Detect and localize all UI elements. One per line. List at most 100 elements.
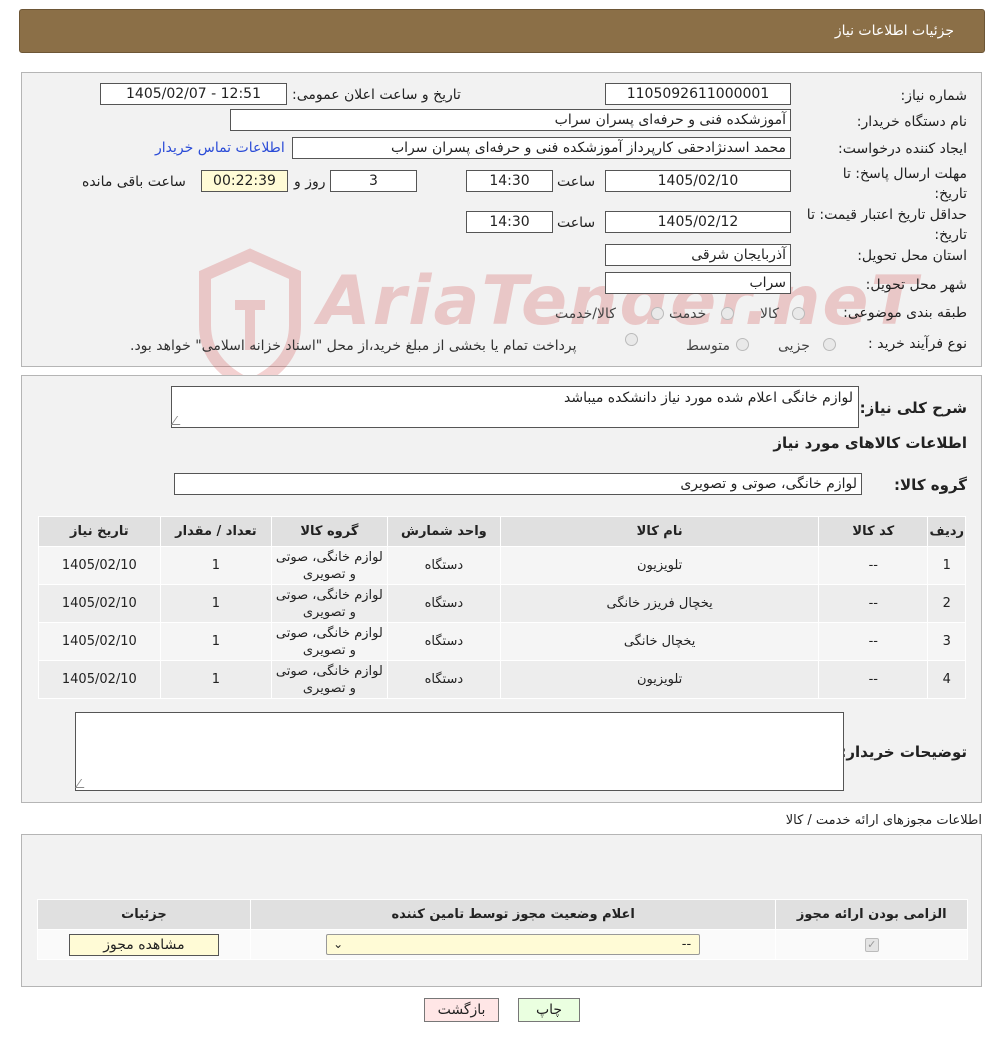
- cell-code: --: [818, 584, 929, 623]
- cell-permit-details: مشاهده مجوز: [37, 929, 251, 960]
- cell-date: 1405/02/10: [38, 622, 161, 661]
- permit-status-value: --: [681, 937, 692, 952]
- process-option-minor: جزیی: [778, 338, 810, 354]
- col-permit-status: اعلام وضعیت مجوز توسط تامین کننده: [249, 899, 777, 930]
- process-note: پرداخت تمام یا بخشی از مبلغ خرید،از محل …: [130, 338, 577, 354]
- cell-unit: دستگاه: [386, 584, 502, 623]
- deadline-date-field: 1405/02/10: [605, 170, 791, 192]
- page-title: جزئیات اطلاعات نیاز: [834, 23, 954, 39]
- cell-date: 1405/02/10: [38, 584, 161, 623]
- cell-date: 1405/02/10: [38, 660, 161, 699]
- permit-required-checkbox[interactable]: ✓: [864, 938, 879, 952]
- col-qty: تعداد / مقدار: [159, 516, 273, 547]
- need-description-field: لوازم خانگی اعلام شده مورد نیاز دانشکده …: [170, 386, 859, 428]
- page-header: جزئیات اطلاعات نیاز: [19, 9, 985, 53]
- col-unit: واحد شمارش: [386, 516, 502, 547]
- buyer-notes-label: توضیحات خریدار:: [840, 743, 967, 761]
- validity-label: حداقل تاریخ اعتبار قیمت: تا تاریخ:: [806, 207, 967, 243]
- cell-group: لوازم خانگی، صوتی و تصویری: [271, 622, 388, 661]
- validity-date-field: 1405/02/12: [605, 211, 791, 233]
- cell-date: 1405/02/10: [38, 546, 161, 585]
- col-permit-details: جزئیات: [37, 899, 251, 930]
- resize-grip-icon[interactable]: [170, 416, 187, 425]
- deadline-time-label: ساعت: [557, 174, 596, 190]
- need-number-field: 1105092611000001: [605, 83, 791, 105]
- remaining-time-field: 00:22:39: [201, 170, 288, 192]
- cell-row: 1: [927, 546, 966, 585]
- cell-group: لوازم خانگی، صوتی و تصویری: [271, 584, 388, 623]
- province-label: استان محل تحویل:: [857, 248, 967, 264]
- announce-date-label: تاریخ و ساعت اعلان عمومی:: [292, 87, 461, 103]
- buyer-org-label: نام دستگاه خریدار:: [856, 114, 967, 130]
- col-row: ردیف: [927, 516, 966, 547]
- cell-unit: دستگاه: [386, 660, 502, 699]
- need-description-text: لوازم خانگی اعلام شده مورد نیاز دانشکده …: [564, 390, 853, 406]
- permits-table: الزامی بودن ارائه مجوز اعلام وضعیت مجوز …: [37, 899, 968, 960]
- table-row: ✓ -- ⌄ مشاهده مجوز: [37, 929, 968, 960]
- back-button[interactable]: بازگشت: [424, 998, 499, 1022]
- col-date: تاریخ نیاز: [38, 516, 161, 547]
- goods-group-field: لوازم خانگی، صوتی و تصویری: [174, 473, 862, 495]
- goods-group-label: گروه کالا:: [894, 476, 967, 494]
- print-button[interactable]: چاپ: [518, 998, 580, 1022]
- process-label: نوع فرآیند خرید :: [868, 336, 967, 352]
- validity-time-label: ساعت: [557, 215, 596, 231]
- buyer-contact-link[interactable]: اطلاعات تماس خریدار: [155, 140, 285, 156]
- process-radio-minor[interactable]: [823, 338, 836, 351]
- days-field: 3: [330, 170, 417, 192]
- category-label: طبقه بندی موضوعی:: [843, 305, 967, 321]
- category-option-goods-service: کالا/خدمت: [555, 306, 616, 322]
- cell-row: 4: [927, 660, 966, 699]
- table-row: 1 -- تلویزیون دستگاه لوازم خانگی، صوتی و…: [38, 546, 966, 585]
- city-label: شهر محل تحویل:: [865, 277, 967, 293]
- cell-permit-required: ✓: [775, 929, 968, 960]
- remaining-time-label: ساعت باقی مانده: [82, 174, 186, 190]
- permit-status-select[interactable]: -- ⌄: [326, 934, 701, 955]
- cell-name: یخچال فریزر خانگی: [500, 584, 820, 623]
- items-table-header: ردیف کد کالا نام کالا واحد شمارش گروه کا…: [38, 516, 966, 547]
- cell-name: تلویزیون: [500, 660, 820, 699]
- cell-code: --: [818, 622, 929, 661]
- cell-group: لوازم خانگی، صوتی و تصویری: [271, 546, 388, 585]
- cell-row: 3: [927, 622, 966, 661]
- process-option-medium: متوسط: [686, 338, 730, 354]
- category-radio-goods-service[interactable]: [651, 307, 664, 320]
- col-name: نام کالا: [500, 516, 820, 547]
- buyer-org-field: آموزشکده فنی و حرفه‌ای پسران سراب: [230, 109, 791, 131]
- col-permit-required: الزامی بودن ارائه مجوز: [775, 899, 968, 930]
- category-radio-service[interactable]: [721, 307, 734, 320]
- cell-name: یخچال خانگی: [500, 622, 820, 661]
- cell-qty: 1: [159, 660, 273, 699]
- col-group: گروه کالا: [271, 516, 388, 547]
- city-field: سراب: [605, 272, 791, 294]
- table-row: 3 -- یخچال خانگی دستگاه لوازم خانگی، صوت…: [38, 622, 966, 661]
- cell-code: --: [818, 660, 929, 699]
- need-description-label: شرح کلی نیاز:: [859, 399, 967, 417]
- cell-permit-status: -- ⌄: [249, 929, 777, 960]
- process-radio-medium[interactable]: [736, 338, 749, 351]
- permits-table-header: الزامی بودن ارائه مجوز اعلام وضعیت مجوز …: [37, 899, 968, 930]
- cell-qty: 1: [159, 584, 273, 623]
- col-code: کد کالا: [818, 516, 929, 547]
- validity-time-field: 14:30: [466, 211, 553, 233]
- items-table: ردیف کد کالا نام کالا واحد شمارش گروه کا…: [38, 516, 966, 699]
- chevron-down-icon: ⌄: [333, 937, 344, 951]
- category-radio-goods[interactable]: [792, 307, 805, 320]
- goods-info-title: اطلاعات کالاهای مورد نیاز: [773, 434, 967, 452]
- cell-row: 2: [927, 584, 966, 623]
- permits-title: اطلاعات مجوزهای ارائه خدمت / کالا: [785, 813, 982, 828]
- days-label: روز و: [294, 174, 326, 190]
- cell-unit: دستگاه: [386, 546, 502, 585]
- process-radio-treasury[interactable]: [625, 333, 638, 346]
- category-option-service: خدمت: [669, 306, 707, 322]
- cell-unit: دستگاه: [386, 622, 502, 661]
- need-number-label: شماره نیاز:: [900, 88, 968, 104]
- table-row: 2 -- یخچال فریزر خانگی دستگاه لوازم خانگ…: [38, 584, 966, 623]
- cell-qty: 1: [159, 546, 273, 585]
- view-permit-button[interactable]: مشاهده مجوز: [68, 933, 219, 956]
- creator-field: محمد اسدنژادحقی کارپرداز آموزشکده فنی و …: [292, 137, 791, 159]
- cell-code: --: [818, 546, 929, 585]
- deadline-time-field: 14:30: [466, 170, 553, 192]
- resize-grip-icon[interactable]: [74, 779, 91, 788]
- cell-qty: 1: [159, 622, 273, 661]
